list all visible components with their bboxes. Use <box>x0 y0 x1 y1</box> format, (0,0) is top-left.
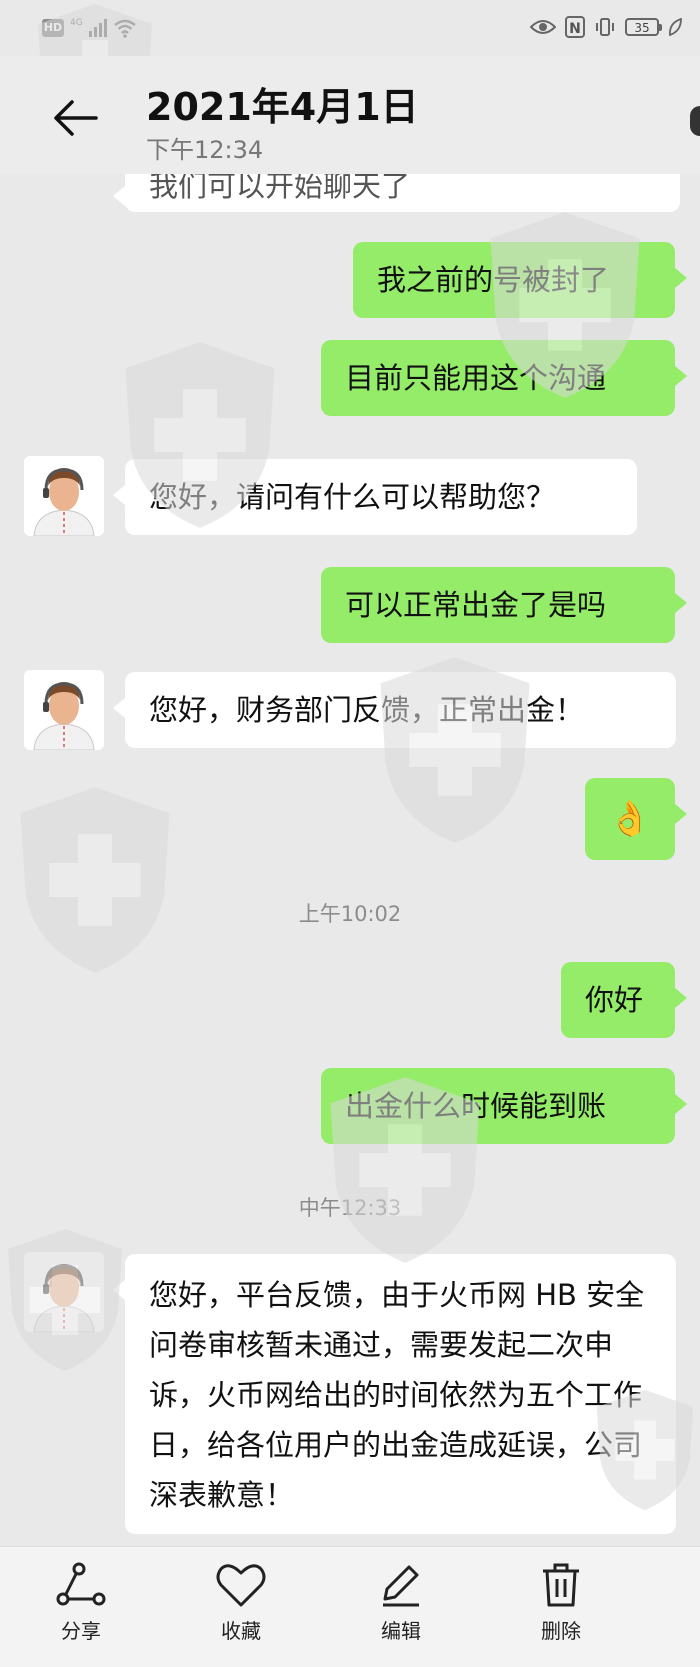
message-text: 出金什么时候能到账 <box>345 1089 607 1123</box>
agent-avatar-icon <box>33 1264 95 1332</box>
bottom-toolbar: 分享 收藏 编辑 删除 <box>0 1546 700 1667</box>
status-left: HD 4G <box>42 18 137 38</box>
share-button[interactable]: 分享 <box>26 1561 136 1644</box>
edit-label: 编辑 <box>381 1619 421 1643</box>
chat-area[interactable]: 我们可以开始聊天了 我之前的号被封了 目前只能用这个沟通 您好，请问有什么可以帮… <box>0 174 700 1546</box>
message-bubble[interactable]: 我们可以开始聊天了 <box>113 174 680 212</box>
message-text: 目前只能用这个沟通 <box>345 361 607 395</box>
share-label: 分享 <box>61 1619 101 1643</box>
hd-badge: HD <box>42 19 64 37</box>
nfc-icon: N <box>565 16 585 38</box>
status-bar: HD 4G N 35 <box>0 0 700 56</box>
battery-icon: 35 <box>625 18 662 36</box>
avatar[interactable] <box>24 456 104 536</box>
page-subtitle: 下午12:34 <box>146 136 264 164</box>
agent-avatar-icon <box>33 468 95 536</box>
arrow-left-icon[interactable] <box>50 96 100 140</box>
delete-label: 删除 <box>541 1619 581 1643</box>
timestamp: 上午10:02 <box>298 902 402 926</box>
message-text: 您好，财务部门反馈，正常出金！ <box>149 693 585 727</box>
message-text: 我之前的号被封了 <box>377 263 610 297</box>
message-bubble[interactable]: 您好，平台反馈，由于火币网 HB 安全问卷审核暂未通过，需要发起二次申诉，火币网… <box>113 1254 676 1534</box>
heart-icon <box>216 1564 266 1607</box>
message-text: 您好，请问有什么可以帮助您？ <box>149 480 556 514</box>
status-right: N 35 <box>530 16 682 38</box>
favorite-label: 收藏 <box>221 1619 261 1643</box>
message-bubble[interactable]: 可以正常出金了是吗 <box>321 567 687 643</box>
share-icon <box>56 1562 106 1606</box>
message-bubble[interactable]: 👌 <box>585 778 687 860</box>
network-type: 4G <box>70 18 83 28</box>
wifi-icon <box>113 19 136 38</box>
signal-icon <box>88 19 107 37</box>
message-text: 你好 <box>585 983 644 1017</box>
message-bubble[interactable]: 目前只能用这个沟通 <box>321 340 687 416</box>
message-text: 我们可以开始聊天了 <box>149 174 411 203</box>
avatar[interactable] <box>24 670 104 750</box>
timestamp: 中午12:33 <box>298 1196 402 1220</box>
page-title: 2021年4月1日 <box>146 85 419 129</box>
leaf-icon <box>669 18 682 36</box>
message-bubble[interactable]: 你好 <box>561 962 687 1038</box>
trash-icon <box>543 1563 579 1607</box>
vibrate-icon <box>596 18 614 36</box>
header-edge <box>690 106 700 136</box>
message-text: 可以正常出金了是吗 <box>345 588 607 622</box>
message-bubble[interactable]: 我之前的号被封了 <box>353 242 687 318</box>
chat-header: 2021年4月1日 下午12:34 <box>0 56 700 174</box>
ok-hand-emoji: 👌 <box>608 799 652 839</box>
eye-icon <box>530 20 556 34</box>
edit-button[interactable]: 编辑 <box>346 1561 456 1644</box>
agent-avatar-icon <box>33 682 95 750</box>
pencil-icon <box>383 1565 419 1607</box>
message-bubble[interactable]: 您好，请问有什么可以帮助您？ <box>113 459 637 535</box>
delete-button[interactable]: 删除 <box>506 1561 616 1644</box>
favorite-button[interactable]: 收藏 <box>186 1561 296 1644</box>
message-text: 您好，平台反馈，由于火币网 HB 安全问卷审核暂未通过，需要发起二次申诉，火币网… <box>149 1278 645 1512</box>
message-bubble[interactable]: 出金什么时候能到账 <box>321 1068 687 1144</box>
avatar[interactable] <box>24 1252 104 1332</box>
message-bubble[interactable]: 您好，财务部门反馈，正常出金！ <box>113 672 676 748</box>
